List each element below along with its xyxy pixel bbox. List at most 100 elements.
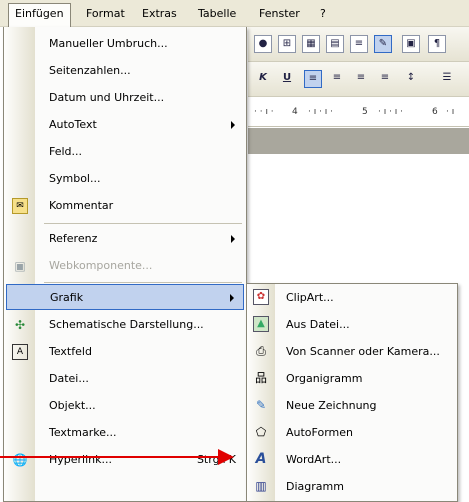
ruler-marks: · ı · ı · bbox=[378, 107, 404, 117]
menu-fenster[interactable]: Fenster bbox=[253, 5, 306, 23]
submenu-item-new-drawing[interactable]: ✎ Neue Zeichnung bbox=[248, 392, 456, 419]
ruler-marks: · ı bbox=[446, 107, 455, 117]
menu-item-page-numbers[interactable]: Seitenzahlen... bbox=[6, 58, 244, 84]
submenu-arrow-icon bbox=[231, 121, 235, 129]
menu-item-label: Textfeld bbox=[49, 345, 92, 358]
ruler-marks: · ı · ı · bbox=[308, 107, 334, 117]
align-right-icon[interactable]: ≡ bbox=[352, 70, 370, 88]
menu-item-textbox[interactable]: A Textfeld bbox=[6, 339, 244, 365]
diagram-icon: ✣ bbox=[14, 318, 26, 332]
org-chart-icon: 品 bbox=[254, 371, 267, 385]
menu-item-label: Datei... bbox=[49, 372, 89, 385]
ruler-tick-4: 4 bbox=[292, 107, 298, 117]
menu-label: Format bbox=[86, 7, 125, 20]
italic-icon[interactable]: K bbox=[254, 70, 272, 88]
menu-item-label: AutoText bbox=[49, 118, 97, 131]
chart-icon: ▥ bbox=[255, 479, 267, 493]
document-map-icon[interactable]: ▣ bbox=[402, 35, 420, 53]
insert-menu: Manueller Umbruch... Seitenzahlen... Dat… bbox=[3, 27, 247, 502]
menu-item-label: Kommentar bbox=[49, 199, 114, 212]
picture-icon: ▲ bbox=[253, 316, 269, 332]
menu-item-manual-break[interactable]: Manueller Umbruch... bbox=[6, 31, 244, 57]
menu-item-file[interactable]: Datei... bbox=[6, 366, 244, 392]
menu-item-field[interactable]: Feld... bbox=[6, 139, 244, 165]
menu-separator bbox=[44, 223, 242, 224]
menu-item-symbol[interactable]: Symbol... bbox=[6, 166, 244, 192]
arrow-head bbox=[218, 449, 234, 465]
menu-item-label: Datum und Uhrzeit... bbox=[49, 91, 165, 104]
columns-icon[interactable]: ≡ bbox=[350, 35, 368, 53]
ruler-tick-5: 5 bbox=[362, 107, 368, 117]
wordart-icon: A bbox=[255, 451, 267, 467]
menu-item-label: Objekt... bbox=[49, 399, 96, 412]
comment-icon: ✉ bbox=[12, 198, 28, 214]
menu-item-date-time[interactable]: Datum und Uhrzeit... bbox=[6, 85, 244, 111]
tables-borders-icon[interactable]: ⊞ bbox=[278, 35, 296, 53]
menu-item-autotext[interactable]: AutoText bbox=[6, 112, 244, 138]
web-component-icon: ▣ bbox=[14, 259, 26, 273]
clipart-icon: ✿ bbox=[253, 289, 269, 305]
menu-item-label: Webkomponente... bbox=[49, 259, 153, 272]
submenu-item-label: Aus Datei... bbox=[286, 318, 350, 331]
menu-label: Fenster bbox=[259, 7, 300, 20]
submenu-item-label: Organigramm bbox=[286, 372, 363, 385]
standard-toolbar: ● ⊞ ▦ ▤ ≡ ✎ ▣ ¶ bbox=[248, 27, 469, 62]
menu-item-web-component: ▣ Webkomponente... bbox=[6, 253, 244, 279]
address-book-icon[interactable]: ● bbox=[254, 35, 272, 53]
red-arrow-annotation bbox=[0, 449, 234, 465]
menu-help[interactable]: ? bbox=[314, 5, 332, 23]
submenu-item-from-file[interactable]: ▲ Aus Datei... bbox=[248, 311, 456, 338]
show-hide-icon[interactable]: ¶ bbox=[428, 35, 446, 53]
submenu-item-chart[interactable]: ▥ Diagramm bbox=[248, 473, 456, 500]
menu-item-comment[interactable]: ✉ Kommentar bbox=[6, 193, 244, 219]
menu-extras[interactable]: Extras bbox=[136, 5, 183, 23]
submenu-arrow-icon bbox=[231, 235, 235, 243]
menu-item-graphic[interactable]: Grafik bbox=[6, 284, 244, 310]
submenu-item-label: ClipArt... bbox=[286, 291, 334, 304]
menu-item-label: Feld... bbox=[49, 145, 83, 158]
menubar: Einfügen Format Extras Tabelle Fenster ? bbox=[0, 0, 469, 27]
formatting-toolbar: K U ≡ ≡ ≡ ≡ ↕ ☰ bbox=[248, 62, 469, 97]
ruler-tick-6: 6 bbox=[432, 107, 438, 117]
line-spacing-icon[interactable]: ↕ bbox=[402, 70, 420, 88]
menu-item-label: Schematische Darstellung... bbox=[49, 318, 204, 331]
submenu-item-label: Diagramm bbox=[286, 480, 344, 493]
insert-excel-icon[interactable]: ▤ bbox=[326, 35, 344, 53]
submenu-item-scanner-camera[interactable]: ⎙ Von Scanner oder Kamera... bbox=[248, 338, 456, 365]
submenu-arrow-icon bbox=[230, 294, 234, 302]
justify-icon[interactable]: ≡ bbox=[376, 70, 394, 88]
drawing-icon[interactable]: ✎ bbox=[374, 35, 392, 53]
submenu-item-wordart[interactable]: A WordArt... bbox=[248, 446, 456, 473]
scanner-icon: ⎙ bbox=[256, 344, 266, 358]
menu-item-object[interactable]: Objekt... bbox=[6, 393, 244, 419]
menu-label: Extras bbox=[142, 7, 177, 20]
align-center-icon[interactable]: ≡ bbox=[328, 70, 346, 88]
submenu-item-label: Von Scanner oder Kamera... bbox=[286, 345, 440, 358]
submenu-item-clipart[interactable]: ✿ ClipArt... bbox=[248, 284, 456, 311]
menu-tabelle[interactable]: Tabelle bbox=[192, 5, 242, 23]
numbering-icon[interactable]: ☰ bbox=[438, 70, 456, 88]
autoshapes-icon: ⬠ bbox=[255, 425, 267, 439]
submenu-item-autoshapes[interactable]: ⬠ AutoFormen bbox=[248, 419, 456, 446]
menu-format[interactable]: Format bbox=[80, 5, 131, 23]
insert-table-icon[interactable]: ▦ bbox=[302, 35, 320, 53]
menu-label: Tabelle bbox=[198, 7, 237, 20]
menu-item-label: Manueller Umbruch... bbox=[49, 37, 168, 50]
menu-label: ? bbox=[320, 7, 326, 20]
menu-item-label: Grafik bbox=[50, 291, 84, 304]
menu-separator bbox=[44, 282, 242, 283]
underline-icon[interactable]: U bbox=[278, 70, 296, 88]
submenu-item-label: Neue Zeichnung bbox=[286, 399, 377, 412]
align-left-icon[interactable]: ≡ bbox=[304, 70, 322, 88]
menu-label: Einfügen bbox=[15, 7, 64, 20]
menu-item-label: Referenz bbox=[49, 232, 98, 245]
ruler: · · ı · 4 · ı · ı · 5 · ı · ı · 6 · ı bbox=[248, 97, 469, 127]
submenu-item-label: WordArt... bbox=[286, 453, 342, 466]
menu-item-reference[interactable]: Referenz bbox=[6, 226, 244, 252]
menu-item-diagram[interactable]: ✣ Schematische Darstellung... bbox=[6, 312, 244, 338]
graphic-submenu: ✿ ClipArt... ▲ Aus Datei... ⎙ Von Scanne… bbox=[246, 283, 458, 502]
submenu-item-org-chart[interactable]: 品 Organigramm bbox=[248, 365, 456, 392]
document-frame bbox=[248, 128, 469, 154]
ruler-marks: · · ı · bbox=[254, 107, 274, 117]
menu-einfuegen[interactable]: Einfügen bbox=[8, 3, 71, 27]
